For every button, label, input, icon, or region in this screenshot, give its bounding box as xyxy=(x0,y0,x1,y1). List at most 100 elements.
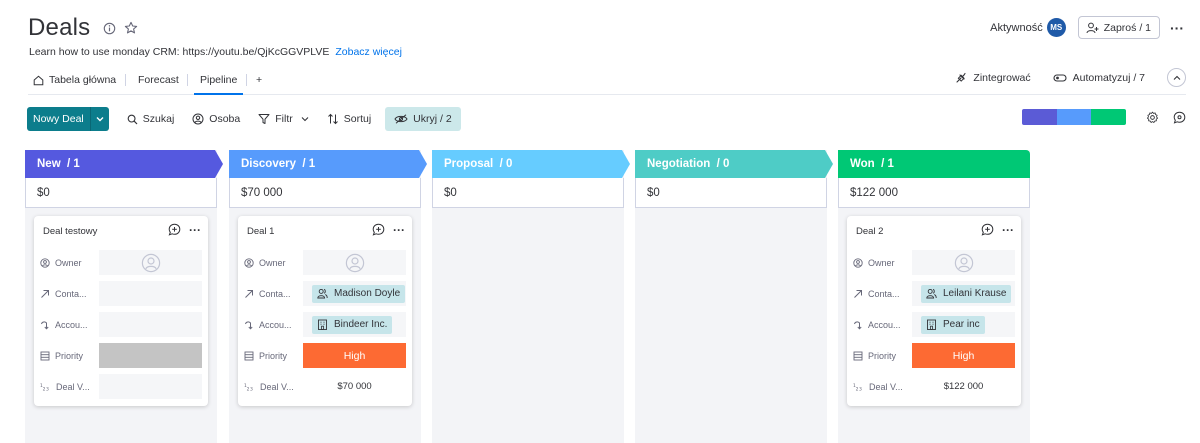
stage-count: / 0 xyxy=(716,158,730,170)
new-deal-button[interactable]: Nowy Deal xyxy=(27,107,109,131)
star-icon[interactable] xyxy=(124,21,138,35)
hide-columns-button[interactable]: Ukryj / 2 xyxy=(385,107,461,131)
account-row: Accou... Pear inc xyxy=(853,312,1015,337)
account-cell[interactable]: Bindeer Inc. xyxy=(303,312,406,337)
stage-name: Negotiation xyxy=(647,158,711,170)
stage-total: $122 000 xyxy=(838,178,1030,208)
field-label: Conta... xyxy=(40,289,99,299)
new-deal-label[interactable]: Nowy Deal xyxy=(27,107,91,131)
field-label: Accou... xyxy=(40,320,99,330)
filter-icon xyxy=(258,114,270,124)
card-menu-icon[interactable]: ··· xyxy=(189,224,201,236)
deal-value-cell[interactable]: $70 000 xyxy=(303,374,406,399)
svg-text:3: 3 xyxy=(46,386,49,391)
filter-label: Filtr xyxy=(275,113,293,125)
numbers-icon: 12 3 xyxy=(853,383,862,392)
deal-value-row: 1 2 3 Deal V... xyxy=(40,374,202,399)
deal-value-row: 1 2 3 Deal V... $70 000 xyxy=(244,374,406,399)
deal-name[interactable]: Deal 1 xyxy=(247,226,274,237)
deal-name[interactable]: Deal testowy xyxy=(43,226,97,237)
stage-header[interactable]: Won / 1 xyxy=(838,150,1030,178)
priority-cell[interactable]: High xyxy=(303,343,406,368)
owner-cell[interactable] xyxy=(99,250,202,275)
sort-icon xyxy=(327,113,338,125)
sort-label: Sortuj xyxy=(343,113,372,125)
stage-column-discovery: Discovery / 1 $70 000 Deal 1 ··· Owner C… xyxy=(229,150,427,443)
avatar[interactable]: MS xyxy=(1046,18,1066,37)
see-more-link[interactable]: Zobacz więcej xyxy=(335,46,402,58)
stage-name: Proposal xyxy=(444,158,494,170)
building-icon xyxy=(318,319,327,330)
svg-text:3: 3 xyxy=(250,386,253,391)
filter-button[interactable]: Filtr xyxy=(258,113,309,125)
invite-button[interactable]: Zaproś / 1 xyxy=(1077,16,1160,39)
progress-segment xyxy=(1091,109,1126,125)
person-filter-button[interactable]: Osoba xyxy=(192,113,240,125)
integrate-button[interactable]: Zintegrować xyxy=(955,72,1031,84)
owner-cell[interactable] xyxy=(912,250,1015,275)
tab-forecast[interactable]: Forecast xyxy=(138,70,179,90)
chevron-down-icon[interactable] xyxy=(91,107,109,131)
stage-header[interactable]: Proposal / 0 xyxy=(432,150,630,178)
search-button[interactable]: Szukaj xyxy=(127,113,174,125)
empty-avatar-icon xyxy=(954,253,973,272)
deal-card[interactable]: Deal 2 ··· Owner Conta... Leilani Krause… xyxy=(847,216,1021,406)
settings-icon[interactable] xyxy=(1146,111,1159,124)
contact-cell[interactable]: Madison Doyle xyxy=(303,281,406,306)
priority-cell[interactable] xyxy=(99,343,202,368)
collapse-header-button[interactable] xyxy=(1167,68,1186,87)
deal-value-cell[interactable] xyxy=(99,374,202,399)
deal-value-row: 1 2 3 Deal V... $122 000 xyxy=(853,374,1015,399)
account-cell[interactable]: Pear inc xyxy=(912,312,1015,337)
field-label: 1 2 3 Deal V... xyxy=(853,381,903,392)
contact-name: Leilani Krause xyxy=(943,288,1007,299)
chevron-up-icon xyxy=(1173,75,1180,80)
contact-chip[interactable]: Leilani Krause xyxy=(921,284,1012,303)
account-chip[interactable]: Pear inc xyxy=(921,315,985,334)
stage-header[interactable]: Discovery / 1 xyxy=(229,150,427,178)
field-label: Conta... xyxy=(244,289,303,299)
card-menu-icon[interactable]: ··· xyxy=(1002,224,1014,236)
progress-segment xyxy=(1056,109,1092,125)
empty-avatar-icon xyxy=(141,253,160,272)
status-icon xyxy=(40,351,50,360)
priority-row: Priority xyxy=(40,343,202,368)
toolbar-right xyxy=(1022,109,1186,125)
integrate-icon xyxy=(956,72,966,83)
chat-icon[interactable] xyxy=(1173,111,1186,124)
owner-cell[interactable] xyxy=(303,250,406,275)
search-icon xyxy=(127,114,138,124)
stage-name: Won xyxy=(850,158,875,170)
sort-button[interactable]: Sortuj xyxy=(327,113,371,125)
field-label: Priority xyxy=(40,351,99,361)
activity-label[interactable]: Aktywność xyxy=(990,22,1043,34)
deal-card[interactable]: Deal testowy ··· Owner Conta... Accou...… xyxy=(34,216,208,406)
deal-value-cell[interactable]: $122 000 xyxy=(912,374,1015,399)
account-chip[interactable]: Bindeer Inc. xyxy=(312,315,393,334)
stage-column-new: New / 1 $0 Deal testowy ··· Owner Conta.… xyxy=(25,150,223,443)
account-name: Bindeer Inc. xyxy=(334,319,388,330)
tab-pipeline[interactable]: Pipeline xyxy=(193,70,244,95)
board-actions: Zintegrować Automatyzuj / 7 xyxy=(955,68,1186,87)
contact-chip[interactable]: Madison Doyle xyxy=(312,284,406,303)
stage-progress-bar[interactable] xyxy=(1022,109,1126,125)
deal-card[interactable]: Deal 1 ··· Owner Conta... Madison Doyle … xyxy=(238,216,412,406)
stage-header[interactable]: New / 1 xyxy=(25,150,223,178)
deal-name[interactable]: Deal 2 xyxy=(856,226,883,237)
info-icon[interactable] xyxy=(102,21,116,35)
priority-cell[interactable]: High xyxy=(912,343,1015,368)
arrow-up-right-icon xyxy=(245,289,253,298)
add-view-button[interactable]: + xyxy=(256,70,262,90)
stage-header[interactable]: Negotiation / 0 xyxy=(635,150,833,178)
contact-cell[interactable] xyxy=(99,281,202,306)
account-cell[interactable] xyxy=(99,312,202,337)
stage-name: Discovery xyxy=(241,158,296,170)
card-actions: ··· xyxy=(981,223,1014,236)
automate-button[interactable]: Automatyzuj / 7 xyxy=(1053,72,1145,84)
tab-main-table[interactable]: Tabela główna xyxy=(33,70,116,90)
owner-row: Owner xyxy=(40,250,202,275)
contact-cell[interactable]: Leilani Krause xyxy=(912,281,1015,306)
card-menu-icon[interactable]: ··· xyxy=(393,224,405,236)
person-icon xyxy=(40,257,50,268)
more-options-icon[interactable]: ··· xyxy=(1170,21,1184,35)
